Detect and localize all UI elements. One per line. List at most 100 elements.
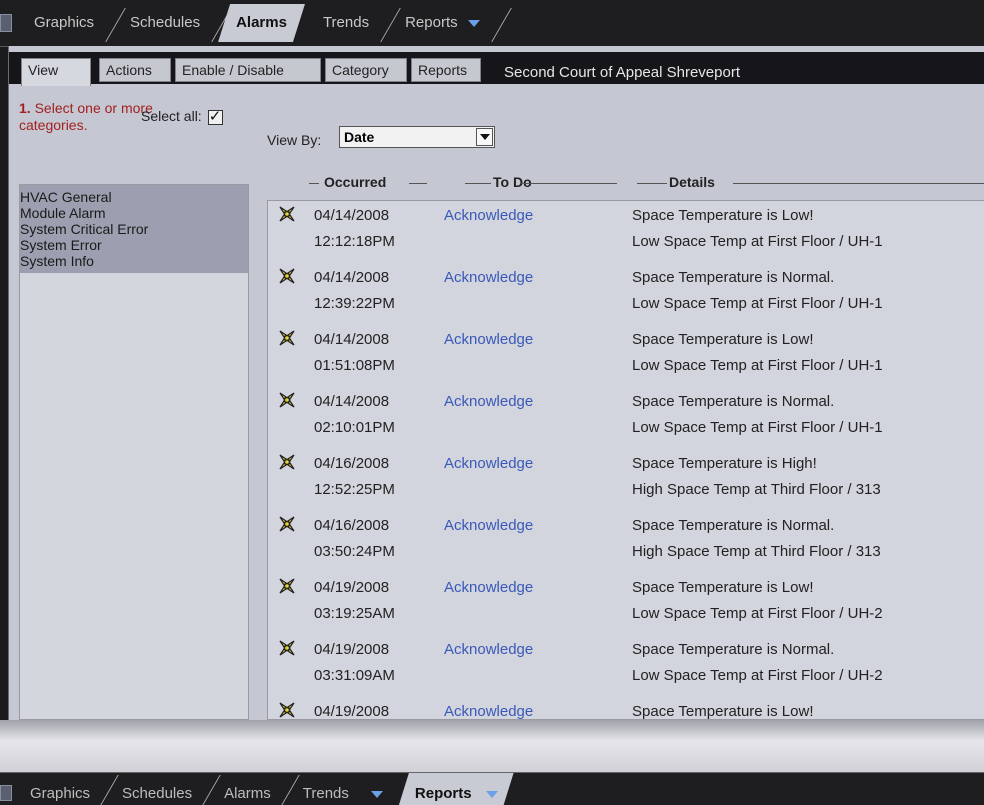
category-selection: HVAC General Module Alarm System Critical …	[20, 185, 248, 273]
alarm-icon[interactable]	[278, 639, 296, 657]
category-item[interactable]: HVAC General	[20, 189, 248, 205]
instruction-label: Select one or more categories.	[19, 100, 153, 133]
acknowledge-link[interactable]: Acknowledge	[444, 579, 533, 596]
alarm-detail: Low Space Temp at First Floor / UH-1	[632, 295, 883, 312]
alarm-detail: Low Space Temp at First Floor / UH-1	[632, 419, 883, 436]
alarm-time: 12:52:25PM	[314, 481, 395, 498]
alarm-message: Space Temperature is Normal.	[632, 269, 835, 286]
alarm-time: 01:51:08PM	[314, 357, 395, 374]
alarm-date: 04/14/2008	[314, 331, 390, 348]
bottom-tab-schedules[interactable]: Schedules	[106, 773, 221, 805]
category-item[interactable]: System Error	[20, 237, 248, 253]
subtab-label: Enable / Disable	[182, 62, 284, 78]
bottom-tab-reports[interactable]: Reports	[399, 773, 514, 805]
header-rule	[309, 183, 319, 184]
alarm-row: 04/19/2008 Acknowledge Space Temperature i…	[268, 697, 984, 720]
acknowledge-link[interactable]: Acknowledge	[444, 517, 533, 534]
chevron-down-icon[interactable]	[476, 128, 493, 146]
alarm-icon[interactable]	[278, 701, 296, 719]
subtab-actions[interactable]: Actions	[99, 58, 171, 82]
alarm-detail: Low Space Temp at First Floor / UH-2	[632, 667, 883, 684]
site-title: Second Court of Appeal Shreveport	[504, 64, 740, 81]
acknowledge-link[interactable]: Acknowledge	[444, 269, 533, 286]
sub-nav-bar: View Actions Enable / Disable Category R…	[9, 52, 984, 86]
col-details: Details	[669, 174, 715, 190]
view-by-select[interactable]: Date	[339, 126, 495, 148]
select-all-checkbox[interactable]	[207, 107, 223, 125]
alarm-row: 04/14/2008 12:39:22PM Acknowledge Space Tem…	[268, 263, 984, 325]
alarm-message: Space Temperature is Normal.	[632, 393, 835, 410]
alarm-list: 04/14/2008 12:12:18PM Acknowledge Space Tem…	[267, 200, 984, 720]
alarm-detail: Low Space Temp at First Floor / UH-1	[632, 233, 883, 250]
alarm-icon[interactable]	[278, 205, 296, 223]
alarm-detail: Low Space Temp at First Floor / UH-1	[632, 357, 883, 374]
subtab-label: Reports	[418, 62, 468, 78]
subtab-category[interactable]: Category	[325, 58, 407, 82]
tab-trends[interactable]: Trends	[305, 4, 401, 42]
alarm-row: 04/14/2008 12:12:18PM Acknowledge Space Tem…	[268, 201, 984, 263]
tab-label: Graphics	[30, 785, 91, 802]
alarm-date: 04/14/2008	[314, 393, 390, 410]
tab-alarms[interactable]: Alarms	[218, 4, 305, 42]
acknowledge-link[interactable]: Acknowledge	[444, 207, 533, 224]
tab-graphics[interactable]: Graphics	[8, 4, 126, 42]
alarm-icon[interactable]	[278, 391, 296, 409]
header-rule	[637, 183, 667, 184]
alarm-time: 03:50:24PM	[314, 543, 395, 560]
category-item[interactable]: Module Alarm	[20, 205, 248, 221]
view-by-value: Date	[344, 129, 375, 145]
tab-label: Schedules	[122, 785, 193, 802]
header-rule	[465, 183, 491, 184]
alarm-row: 04/19/2008 03:19:25AM Acknowledge Space Tem…	[268, 573, 984, 635]
alarm-row: 04/16/2008 03:50:24PM Acknowledge Space Tem…	[268, 511, 984, 573]
chevron-down-icon[interactable]	[486, 791, 498, 798]
alarm-date: 04/19/2008	[314, 641, 390, 658]
chevron-down-icon[interactable]	[370, 790, 383, 798]
acknowledge-link[interactable]: Acknowledge	[444, 641, 533, 658]
alarm-icon[interactable]	[278, 329, 296, 347]
category-item[interactable]: System Critical Error	[20, 221, 248, 237]
bottom-tab-alarms[interactable]: Alarms	[208, 773, 300, 805]
alarm-date: 04/16/2008	[314, 517, 390, 534]
instruction-number: 1.	[19, 100, 31, 116]
tab-label: Reports	[405, 14, 458, 31]
alarm-icon[interactable]	[278, 453, 296, 471]
view-by-label: View By:	[267, 132, 322, 148]
bottom-tabstrip: Graphics Schedules Alarms Trends Reports	[6, 773, 514, 805]
col-occurred: Occurred	[324, 174, 387, 190]
tab-schedules[interactable]: Schedules	[112, 4, 232, 42]
tab-label: Trends	[302, 785, 349, 802]
acknowledge-link[interactable]: Acknowledge	[444, 703, 533, 719]
subtab-enable-disable[interactable]: Enable / Disable	[175, 58, 321, 82]
tab-label: Alarms	[224, 785, 271, 802]
subtab-label: Category	[332, 62, 389, 78]
top-nav-bar: Graphics Schedules Alarms Trends Reports	[0, 0, 984, 47]
alarm-row: 04/16/2008 12:52:25PM Acknowledge Space Tem…	[268, 449, 984, 511]
acknowledge-link[interactable]: Acknowledge	[444, 393, 533, 410]
tab-reports[interactable]: Reports	[387, 4, 512, 42]
subtab-label: View	[28, 62, 59, 78]
header-rule	[521, 183, 617, 184]
alarm-icon[interactable]	[278, 577, 296, 595]
category-list: HVAC General Module Alarm System Critical …	[19, 184, 249, 720]
alarm-row: 04/19/2008 03:31:09AM Acknowledge Space Tem…	[268, 635, 984, 697]
tab-label: Schedules	[130, 14, 201, 31]
alarm-row: 04/14/2008 02:10:01PM Acknowledge Space Tem…	[268, 387, 984, 449]
alarm-icon[interactable]	[278, 515, 296, 533]
bottom-nav-bar: Graphics Schedules Alarms Trends Reports	[0, 772, 984, 805]
subtab-view[interactable]: View	[21, 58, 91, 86]
subtab-reports[interactable]: Reports	[411, 58, 481, 82]
chevron-down-icon[interactable]	[467, 19, 480, 27]
bottom-tab-trends[interactable]: Trends	[287, 773, 399, 805]
tab-label: Graphics	[34, 14, 95, 31]
alarm-icon[interactable]	[278, 267, 296, 285]
bottom-tab-graphics[interactable]: Graphics	[6, 773, 119, 805]
top-tabstrip: Graphics Schedules Alarms Trends Reports	[8, 4, 512, 42]
acknowledge-link[interactable]: Acknowledge	[444, 455, 533, 472]
acknowledge-link[interactable]: Acknowledge	[444, 331, 533, 348]
alarm-time: 02:10:01PM	[314, 419, 395, 436]
tab-label: Alarms	[236, 14, 287, 31]
alarm-date: 04/19/2008	[314, 703, 390, 720]
category-item[interactable]: System Info	[20, 253, 248, 269]
alarm-message: Space Temperature is Normal.	[632, 641, 835, 658]
